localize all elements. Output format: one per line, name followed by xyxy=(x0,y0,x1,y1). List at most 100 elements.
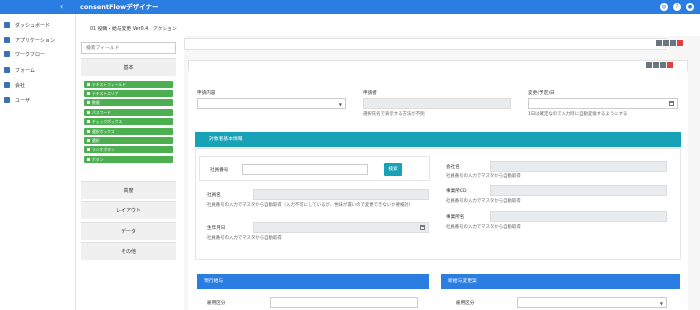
sidebar-item-label: ダッシュボード xyxy=(15,22,51,29)
sidebar-item-label: アプリケーション xyxy=(15,37,55,44)
tool-checkbox[interactable]: チェックボックス xyxy=(84,118,173,125)
sidebar-item-label: 会社 xyxy=(15,82,26,89)
top-bar: ‹ consentFlowデザイナー ◍ ? ● xyxy=(0,0,700,14)
globe-icon[interactable]: ◍ xyxy=(660,3,668,11)
tool-radio[interactable]: ラジオボタン xyxy=(84,146,173,153)
sidebar-item-label: ユーザ xyxy=(15,97,30,104)
office-cd-hint: 社員番号の入力でマスタから自動取得 xyxy=(446,199,521,204)
asterisk-icon xyxy=(87,111,90,114)
section-basic[interactable]: 基本 xyxy=(81,58,176,76)
employee-name-field xyxy=(253,189,429,200)
component-strip xyxy=(184,38,666,50)
app-title: consentFlowデザイナー xyxy=(80,3,159,11)
new-employment-type-label: 雇用区分 xyxy=(456,301,475,306)
hash-icon xyxy=(87,101,90,104)
employee-no-label: 社員番号 xyxy=(210,168,229,173)
section-layout[interactable]: レイアウト xyxy=(81,201,176,219)
sidebar-item-company[interactable]: 会社 xyxy=(4,80,25,90)
sidebar-item-dashboard[interactable]: ダッシュボード xyxy=(4,20,50,30)
birth-date-hint: 社員番号の入力でマスタから自動取得 xyxy=(207,236,282,241)
tool-text-area[interactable]: テキストエリア xyxy=(84,90,173,97)
change-date-label: 変更(予定)日 xyxy=(528,91,555,96)
sidebar-item-users[interactable]: ユーザ xyxy=(4,95,30,105)
delete-icon[interactable] xyxy=(667,62,673,68)
new-salary-header: 新給与変更案 xyxy=(441,274,680,289)
field-search-input[interactable] xyxy=(81,42,176,54)
calendar-icon[interactable] xyxy=(669,101,674,106)
section-data[interactable]: データ xyxy=(81,222,176,240)
building-icon xyxy=(4,82,10,88)
office-name-label: 事業所名 xyxy=(446,215,465,220)
delete-icon[interactable] xyxy=(677,40,683,46)
caret-down-icon: ▼ xyxy=(659,301,663,306)
birth-date-field xyxy=(253,222,429,233)
button-icon xyxy=(87,158,90,161)
sidebar-item-label: フォーム xyxy=(15,67,35,74)
birth-date-label: 生年月日 xyxy=(207,226,226,231)
company-hint: 社員番号の入力でマスタから自動取得 xyxy=(446,174,521,179)
change-date-input[interactable] xyxy=(528,98,678,109)
component-controls xyxy=(656,40,683,46)
office-cd-label: 事業所CD xyxy=(446,189,467,194)
new-employment-type-select[interactable]: ▼ xyxy=(517,297,667,308)
tool-select-boxes[interactable]: 選択ボックス xyxy=(84,128,173,135)
company-field xyxy=(490,161,667,172)
form-icon xyxy=(4,67,10,73)
search-button[interactable]: 検索 xyxy=(384,163,402,176)
checkbox-icon xyxy=(87,120,90,123)
applicant-label: 申請者 xyxy=(363,91,377,96)
office-name-field xyxy=(490,211,667,222)
sidebar-item-workflow[interactable]: ワークフロー xyxy=(4,49,45,59)
text-icon xyxy=(87,83,90,86)
move-icon[interactable] xyxy=(646,62,652,68)
collapse-sidebar-icon[interactable]: ‹ xyxy=(60,2,63,12)
current-employment-type-input[interactable] xyxy=(270,297,418,308)
caret-down-icon: ▼ xyxy=(338,102,342,107)
sidebar-item-forms[interactable]: フォーム xyxy=(4,65,35,75)
application-content-label: 申請内容 xyxy=(197,91,216,96)
sidebar: ダッシュボード アプリケーション ワークフロー フォーム 会社 ユーザ xyxy=(0,14,76,310)
applicant-hint: 選択氏名で表示する方法が不明 xyxy=(363,112,425,117)
employee-section-header: 対象者基本情報 xyxy=(195,132,681,147)
office-name-hint: 社員番号の入力でマスタから自動取得 xyxy=(446,225,521,230)
section-other[interactable]: その他 xyxy=(81,242,176,260)
application-content-select[interactable]: ▼ xyxy=(197,98,346,109)
tool-select[interactable]: 選択 xyxy=(84,137,173,144)
font-icon xyxy=(87,92,90,95)
dropdown-icon xyxy=(87,139,90,142)
form-name: 01 役職・給与変更 Ver0.4 xyxy=(90,27,149,32)
employee-name-hint: 社員番号の入力でマスタから自動取得（入力不可にしているが、色味が濃いので変更でき… xyxy=(207,203,414,208)
company-label: 会社名 xyxy=(446,165,460,170)
edit-icon[interactable] xyxy=(670,40,676,46)
user-icon xyxy=(4,97,10,103)
grid-icon xyxy=(4,37,10,43)
radio-icon xyxy=(87,148,90,151)
employee-no-input[interactable] xyxy=(242,164,368,175)
help-icon[interactable]: ? xyxy=(673,3,681,11)
move-icon[interactable] xyxy=(656,40,662,46)
applicant-field xyxy=(363,98,511,109)
copy-icon[interactable] xyxy=(663,40,669,46)
list-icon xyxy=(87,130,90,133)
workflow-icon xyxy=(4,51,10,57)
sidebar-item-label: ワークフロー xyxy=(15,51,46,58)
employee-name-label: 社員名 xyxy=(207,193,221,198)
panel-controls xyxy=(646,62,673,68)
calendar-icon xyxy=(420,225,425,230)
tool-number[interactable]: 数値 xyxy=(84,99,173,106)
office-cd-field xyxy=(490,185,667,196)
user-menu-icon[interactable]: ● xyxy=(686,3,694,11)
change-date-hint: 1日は確定なので入力時に自動変換するようにする xyxy=(528,112,628,117)
current-employment-type-label: 雇用区分 xyxy=(207,301,226,306)
component-palette: 基本 テキストフィールド テキストエリア 数値 パスワード チェックボックス 選… xyxy=(81,36,176,310)
sidebar-item-applications[interactable]: アプリケーション xyxy=(4,35,55,45)
tool-password[interactable]: パスワード xyxy=(84,109,173,116)
dashboard-icon xyxy=(4,22,10,28)
section-advanced[interactable]: 高度 xyxy=(81,181,176,199)
edit-icon[interactable] xyxy=(660,62,666,68)
copy-icon[interactable] xyxy=(653,62,659,68)
tool-button[interactable]: ボタン xyxy=(84,156,173,163)
current-salary-header: 現行給与 xyxy=(197,274,429,289)
action-link[interactable]: アクション xyxy=(153,25,177,32)
tool-text-field[interactable]: テキストフィールド xyxy=(84,81,173,88)
